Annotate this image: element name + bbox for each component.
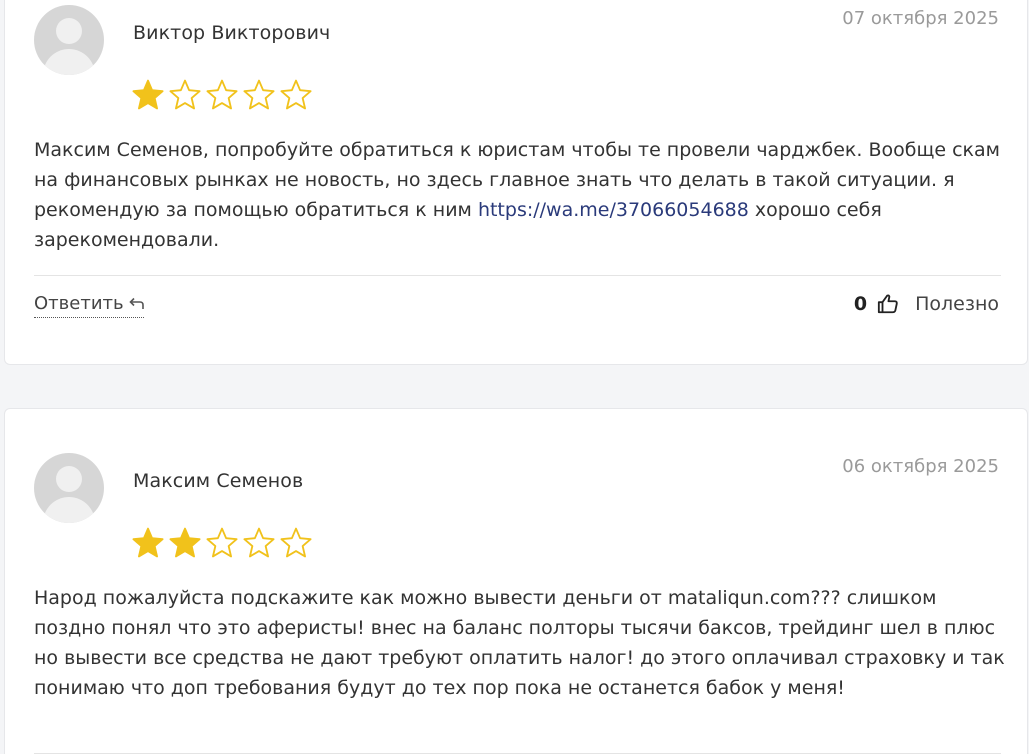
review-text: Народ пожалуйста подскажите как можно вы…: [34, 587, 1005, 699]
reply-label: Ответить: [34, 293, 124, 314]
star-empty-icon: [206, 527, 238, 558]
star-filled-icon: [132, 79, 164, 110]
review-text: Максим Семенов, попробуйте обратиться к …: [34, 139, 1001, 251]
star-empty-icon: [169, 79, 201, 110]
avatar: [34, 453, 104, 523]
star-empty-icon: [243, 527, 275, 558]
star-empty-icon: [280, 527, 312, 558]
star-rating: [131, 526, 313, 560]
thumbs-up-icon[interactable]: [877, 293, 899, 315]
review-author: Максим Семенов: [133, 470, 304, 492]
star-empty-icon: [243, 79, 275, 110]
star-empty-icon: [206, 79, 238, 110]
review-date: 07 октября 2025: [842, 8, 999, 29]
review-link[interactable]: https://wa.me/37066054688: [478, 199, 749, 221]
star-rating: [131, 78, 313, 112]
helpful-label: Полезно: [915, 293, 999, 315]
helpful-section: 0 Полезно: [854, 293, 999, 315]
star-filled-icon: [169, 527, 201, 558]
reviews-page: Виктор Викторович 07 октября 2025 Максим…: [0, 0, 1029, 754]
reply-button[interactable]: Ответить: [34, 293, 144, 318]
star-empty-icon: [280, 79, 312, 110]
review-date: 06 октября 2025: [842, 456, 999, 477]
review-author: Виктор Викторович: [133, 22, 331, 44]
star-filled-icon: [132, 527, 164, 558]
review-card: Виктор Викторович 07 октября 2025 Максим…: [4, 0, 1028, 365]
avatar: [34, 5, 104, 75]
like-count: 0: [853, 293, 868, 315]
review-card: Максим Семенов 06 октября 2025 Народ пож…: [4, 408, 1028, 754]
divider: [34, 275, 1001, 276]
reply-arrow-icon: [128, 297, 144, 309]
